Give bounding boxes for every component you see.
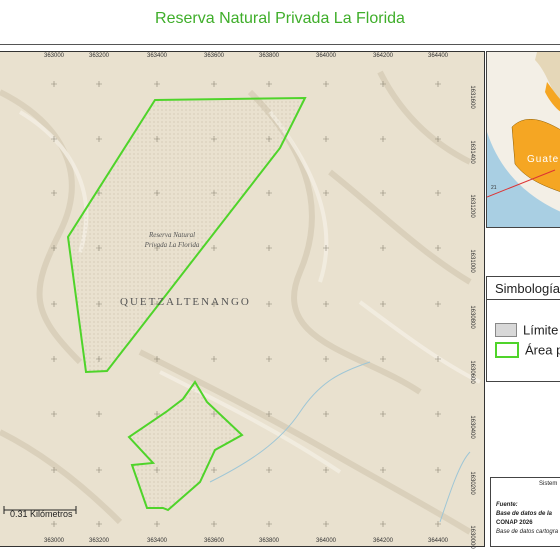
y-tick-label: 1631400	[469, 140, 475, 164]
source-system: Sistem	[539, 481, 558, 487]
legend-label-limit: Límite	[523, 322, 559, 338]
source-line-2: CONAP 2026	[496, 520, 533, 526]
inset-canvas: Guate 21	[487, 52, 560, 227]
legend: Simbología Límite Área pr	[486, 276, 560, 382]
y-tick-label: 1630800	[469, 305, 475, 329]
y-tick-label: 1630600	[469, 360, 475, 384]
x-tick-label-bottom: 363800	[258, 538, 280, 544]
y-tick-label: 1630200	[469, 471, 475, 495]
legend-divider	[487, 299, 560, 300]
scale-label: 0.31 Kilómetros	[10, 509, 73, 519]
x-tick-label-bottom: 363000	[43, 538, 65, 544]
inset-number-label: 21	[491, 185, 497, 191]
legend-label-protected-area: Área pr	[525, 342, 560, 358]
legend-item-limit: Límite	[495, 321, 558, 337]
locator-inset-map: Guate 21	[486, 51, 560, 228]
map-title: Reserva Natural Privada La Florida	[155, 10, 405, 27]
y-tick-label: 1631600	[469, 85, 475, 109]
legend-item-protected-area: Área pr	[495, 341, 560, 358]
source-line-1: Base de datos de la	[496, 511, 553, 517]
y-tick-label: 1630400	[469, 415, 475, 439]
source-box: Sistem Fuente: Base de datos de la CONAP…	[490, 477, 560, 547]
x-tick-label-bottom: 364400	[427, 538, 449, 544]
source-heading: Fuente:	[496, 502, 518, 508]
legend-swatch-limit	[495, 322, 517, 337]
x-tick-label-bottom: 363200	[88, 538, 110, 544]
x-tick-label-top: 363400	[146, 53, 168, 59]
x-tick-label-top: 364200	[372, 53, 394, 59]
x-tick-label-top: 363000	[43, 53, 65, 59]
x-tick-label-top: 364000	[315, 53, 337, 59]
place-label: QUETZALTENANGO	[120, 296, 251, 308]
reserve-name-label: Reserva Natural Privada La Florida	[144, 231, 200, 249]
x-tick-label-bottom: 363400	[146, 538, 168, 544]
x-tick-label-bottom: 364200	[372, 538, 394, 544]
legend-swatch-protected-area	[495, 341, 519, 358]
x-tick-label-bottom: 364000	[315, 538, 337, 544]
title-bar: Reserva Natural Privada La Florida	[0, 0, 560, 45]
source-line-3: Base de datos cartogra	[496, 529, 559, 535]
y-tick-label: 1631200	[469, 194, 475, 218]
x-tick-label-top: 363600	[203, 53, 225, 59]
inset-country-label: Guate	[527, 154, 559, 165]
y-tick-label: 1630000	[469, 525, 475, 549]
x-tick-label-top: 363800	[258, 53, 280, 59]
x-tick-label-bottom: 363600	[203, 538, 225, 544]
x-tick-label-top: 363200	[88, 53, 110, 59]
legend-title: Simbología	[495, 281, 560, 296]
x-tick-label-top: 364400	[427, 53, 449, 59]
y-tick-label: 1631000	[469, 249, 475, 273]
